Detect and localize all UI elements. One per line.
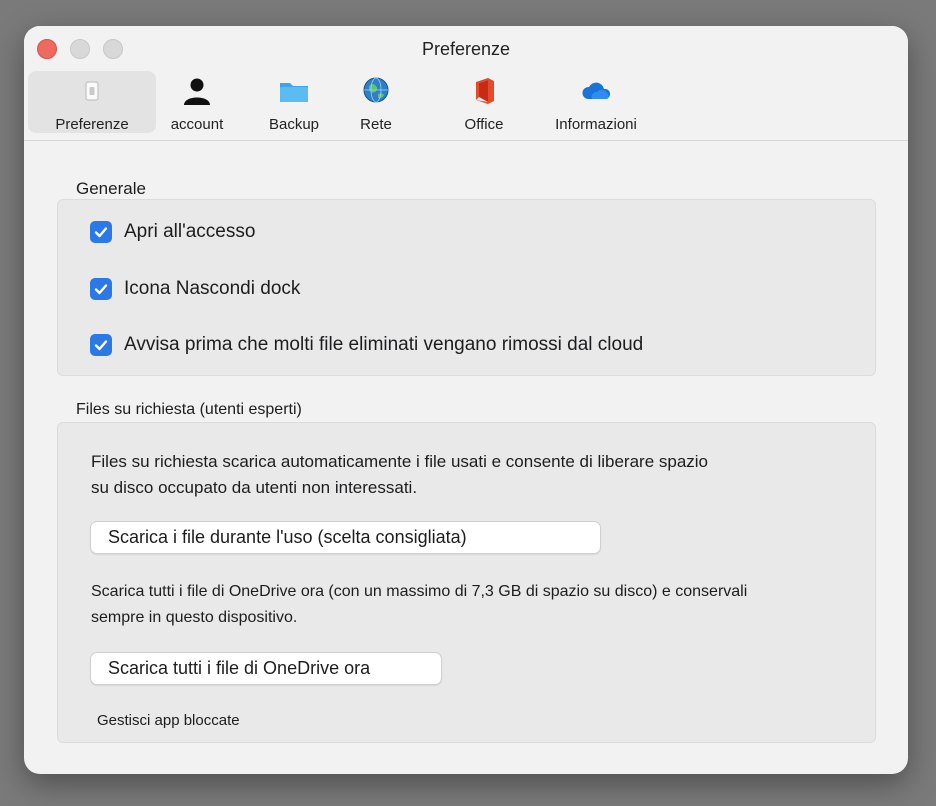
tab-label: account	[170, 116, 224, 133]
checkbox-checked[interactable]	[90, 278, 112, 300]
tab-informazioni[interactable]: Informazioni	[548, 71, 644, 133]
files-on-demand-description: Files su richiesta scarica automaticamen…	[91, 449, 708, 501]
person-icon	[181, 75, 213, 107]
folder-icon	[278, 75, 310, 107]
toolbar-divider	[24, 140, 908, 141]
option-label: Icona Nascondi dock	[124, 278, 301, 299]
description-line: Scarica tutti i file di OneDrive ora (co…	[91, 583, 748, 600]
files-on-demand-section-title: Files su richiesta (utenti esperti)	[76, 401, 302, 418]
tab-label: Office	[464, 116, 504, 133]
description-line: Files su richiesta scarica automaticamen…	[91, 452, 709, 471]
files-on-demand-box: Files su richiesta scarica automaticamen…	[57, 422, 876, 743]
tab-label: Informazioni	[555, 116, 637, 133]
general-options-box: Apri all'accesso Icona Nascondi dock Avv…	[57, 199, 876, 376]
tab-backup[interactable]: Backup	[257, 71, 331, 133]
tab-label: Backup	[268, 116, 320, 133]
hide-dock-icon-option[interactable]: Icona Nascondi dock	[90, 278, 300, 300]
option-label: Avvisa prima che molti file eliminati ve…	[124, 334, 644, 355]
checkbox-checked[interactable]	[90, 221, 112, 243]
download-on-use-button[interactable]: Scarica i file durante l'uso (scelta con…	[90, 521, 601, 554]
tab-preferenze[interactable]: Preferenze	[28, 71, 156, 133]
checkbox-checked[interactable]	[90, 334, 112, 356]
title-bar: Preferenze Preferenze account Backup Ret…	[24, 26, 908, 142]
tab-label: Preferenze	[55, 116, 129, 133]
preferences-window: Preferenze Preferenze account Backup Ret…	[24, 26, 908, 774]
window-title: Preferenze	[421, 39, 511, 59]
cloud-icon	[580, 75, 612, 107]
description-line: sempre in questo dispositivo.	[91, 609, 298, 626]
tab-account[interactable]: account	[158, 71, 236, 133]
tab-office[interactable]: Office	[452, 71, 516, 133]
option-label: Apri all'accesso	[124, 221, 256, 242]
general-section-title: Generale	[76, 179, 146, 198]
office-icon	[468, 75, 500, 107]
tab-label: Rete	[360, 116, 392, 133]
download-all-description: Scarica tutti i file di OneDrive ora (co…	[91, 579, 747, 631]
preferences-toolbar: Preferenze account Backup Rete Office In…	[24, 71, 908, 135]
manage-blocked-apps-link[interactable]: Gestisci app bloccate	[97, 712, 240, 729]
globe-icon	[360, 75, 392, 107]
open-at-login-option[interactable]: Apri all'accesso	[90, 221, 255, 243]
switch-icon	[76, 75, 108, 107]
warn-deleted-files-option[interactable]: Avvisa prima che molti file eliminati ve…	[90, 334, 643, 356]
description-line: su disco occupato da utenti non interess…	[91, 478, 418, 497]
download-all-button[interactable]: Scarica tutti i file di OneDrive ora	[90, 652, 442, 685]
tab-rete[interactable]: Rete	[352, 71, 400, 133]
